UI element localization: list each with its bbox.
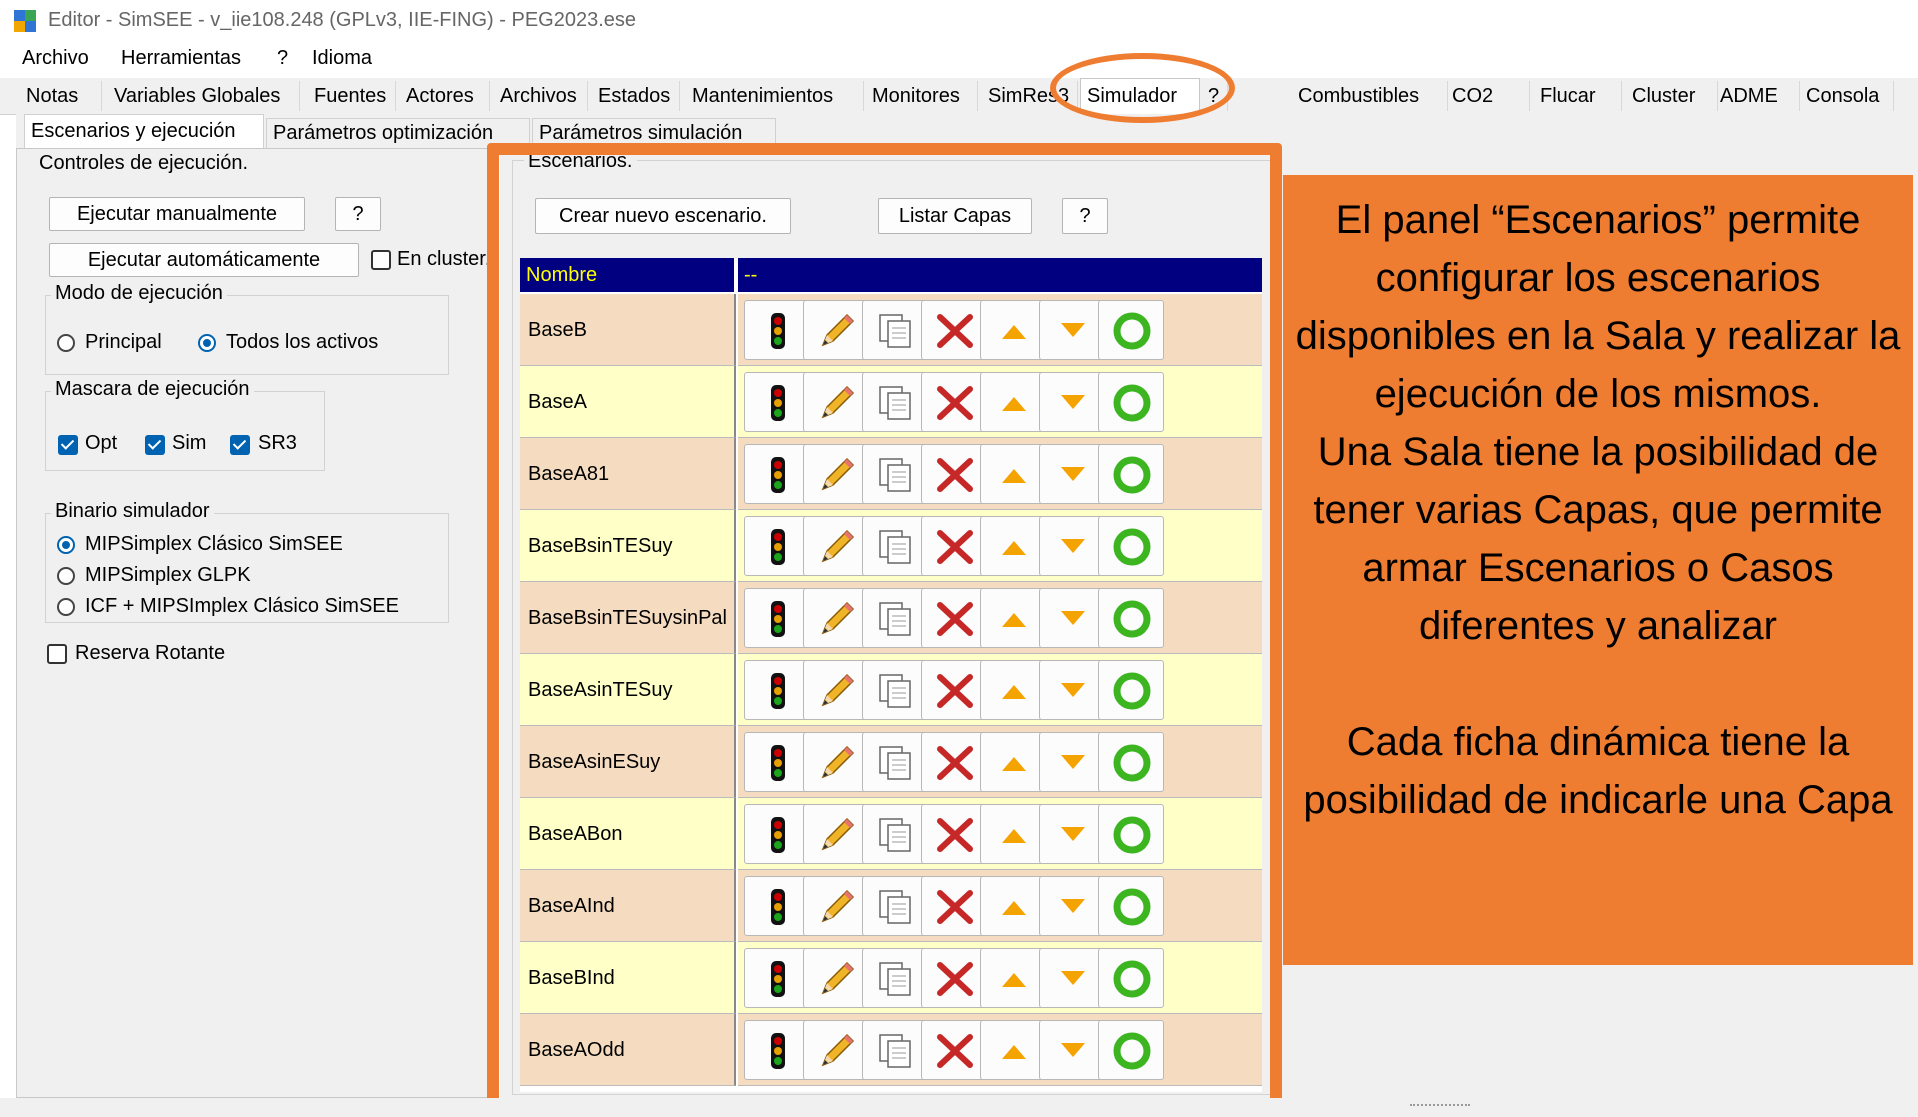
radio-principal[interactable]	[57, 334, 75, 352]
en-cluster-label: En cluster.	[397, 248, 491, 270]
radio-todos-activos[interactable]	[198, 334, 216, 352]
radio-mipsimplex-clasico-label: MIPSimplex Clásico SimSEE	[85, 533, 343, 555]
tab-actores[interactable]: Actores	[400, 81, 490, 111]
sim-checkbox[interactable]	[145, 435, 165, 455]
radio-mipsimplex-clasico[interactable]	[57, 536, 75, 554]
binario-title: Binario simulador	[51, 500, 214, 523]
tab-fuentes[interactable]: Fuentes	[308, 81, 396, 111]
sr3-label: SR3	[258, 432, 297, 454]
tab-cluster[interactable]: Cluster	[1626, 81, 1718, 111]
menu-herramientas[interactable]: Herramientas	[121, 47, 241, 70]
app-logo-icon	[14, 10, 36, 32]
highlight-ellipse	[1050, 53, 1235, 123]
sr3-checkbox[interactable]	[230, 435, 250, 455]
radio-icf-mipsimplex[interactable]	[57, 598, 75, 616]
callout-text-2: Cada ficha dinámica tiene la posibilidad…	[1283, 713, 1913, 829]
highlight-frame	[487, 143, 1282, 1113]
mascara-group	[45, 391, 325, 471]
tab-monitores[interactable]: Monitores	[866, 81, 978, 111]
menu-help[interactable]: ?	[277, 47, 288, 70]
window-title: Editor - SimSEE - v_iie108.248 (GPLv3, I…	[48, 9, 637, 31]
controls-group-title: Controles de ejecución.	[39, 152, 249, 174]
tab-adme[interactable]: ADME	[1714, 81, 1800, 111]
execution-controls-panel: Controles de ejecución. Ejecutar manualm…	[16, 148, 492, 1098]
radio-icf-mipsimplex-label: ICF + MIPSImplex Clásico SimSEE	[85, 595, 399, 617]
tab-notas[interactable]: Notas	[20, 81, 102, 111]
main-tab-strip: Notas Variables Globales Fuentes Actores…	[0, 78, 1918, 115]
tab-combustibles[interactable]: Combustibles	[1292, 81, 1448, 111]
opt-checkbox[interactable]	[58, 435, 78, 455]
menu-bar: Archivo Herramientas ? Idioma	[0, 43, 1918, 77]
tab-flucar[interactable]: Flucar	[1534, 81, 1622, 111]
radio-mipsimplex-glpk-label: MIPSimplex GLPK	[85, 564, 251, 586]
run-auto-button[interactable]: Ejecutar automáticamente	[49, 243, 359, 277]
sim-label: Sim	[172, 432, 207, 454]
radio-todos-activos-label: Todos los activos	[226, 331, 379, 353]
modo-title: Modo de ejecución	[51, 282, 227, 305]
en-cluster-checkbox[interactable]	[371, 250, 391, 270]
callout-text: El panel “Escenarios” permite configurar…	[1295, 198, 1901, 648]
radio-mipsimplex-glpk[interactable]	[57, 567, 75, 585]
mascara-title: Mascara de ejecución	[51, 378, 254, 401]
tab-estados[interactable]: Estados	[592, 81, 680, 111]
tab-consola[interactable]: Consola	[1800, 81, 1894, 111]
tab-co2[interactable]: CO2	[1446, 81, 1530, 111]
radio-principal-label: Principal	[85, 331, 162, 353]
title-bar: Editor - SimSEE - v_iie108.248 (GPLv3, I…	[0, 0, 1918, 40]
tab-variables-globales[interactable]: Variables Globales	[108, 81, 300, 111]
help-button[interactable]: ?	[335, 197, 381, 231]
status-bar	[0, 1098, 1918, 1117]
resize-grip-icon[interactable]	[1410, 1104, 1470, 1114]
callout-box: El panel “Escenarios” permite configurar…	[1283, 175, 1913, 965]
subtab-escenarios-ejecucion[interactable]: Escenarios y ejecución	[24, 114, 264, 148]
menu-idioma[interactable]: Idioma	[312, 47, 372, 70]
opt-label: Opt	[85, 432, 118, 454]
tab-mantenimientos[interactable]: Mantenimientos	[686, 81, 864, 111]
tab-archivos[interactable]: Archivos	[494, 81, 588, 111]
menu-archivo[interactable]: Archivo	[22, 47, 89, 70]
reserva-rotante-label: Reserva Rotante	[75, 642, 226, 664]
reserva-rotante-checkbox[interactable]	[47, 644, 67, 664]
run-manual-button[interactable]: Ejecutar manualmente	[49, 197, 305, 231]
